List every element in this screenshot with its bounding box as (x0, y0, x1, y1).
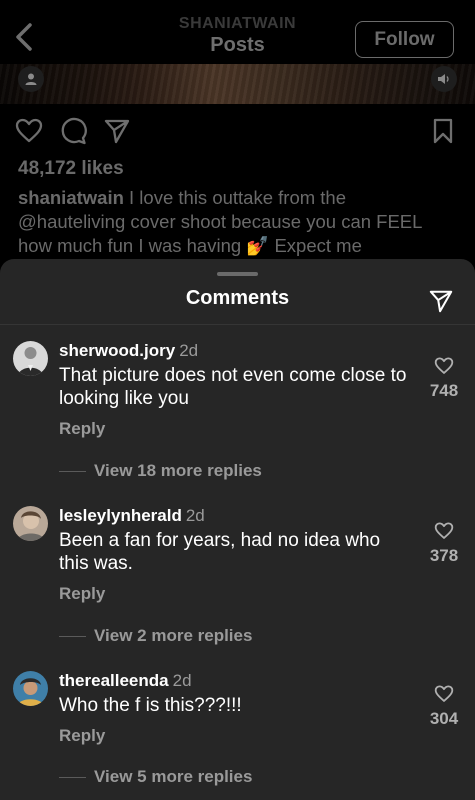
reply-button[interactable]: Reply (59, 584, 409, 604)
heart-icon (15, 118, 43, 143)
comment-username[interactable]: therealleenda (59, 671, 169, 690)
avatar[interactable] (13, 341, 48, 376)
comment-body: therealleenda 2d Who the f is this???!!! … (59, 671, 409, 746)
paper-plane-icon (104, 119, 130, 144)
view-more-replies[interactable]: View 18 more replies (59, 461, 262, 481)
paper-plane-icon (429, 290, 453, 313)
heart-outline-icon (434, 685, 454, 702)
comment-like-count: 304 (429, 709, 459, 728)
comment-like-button[interactable] (427, 522, 461, 540)
view-more-replies[interactable]: View 2 more replies (59, 626, 252, 646)
caption-username[interactable]: shaniatwain (18, 187, 124, 208)
comment-like-button[interactable] (427, 685, 461, 703)
share-post-button[interactable] (102, 116, 132, 146)
comment-time: 2d (185, 506, 205, 525)
comment-text: Been a fan for years, had no idea who th… (59, 530, 381, 574)
user-icon (25, 73, 37, 85)
avatar[interactable] (13, 671, 48, 706)
bookmark-icon (433, 118, 453, 144)
comment-like-count: 748 (429, 381, 459, 400)
reply-button[interactable]: Reply (59, 419, 409, 439)
save-button[interactable] (428, 116, 458, 146)
comment-like: 748 (427, 357, 461, 401)
comment-text: Who the f is this???!!! (59, 695, 242, 716)
comment-like-count: 378 (429, 546, 459, 565)
post-actions (0, 116, 475, 146)
comment-username[interactable]: lesleylynherald (59, 506, 182, 525)
comment-like-button[interactable] (427, 357, 461, 375)
follow-button[interactable]: Follow (355, 21, 454, 58)
heart-outline-icon (434, 357, 454, 374)
comment-time: 2d (179, 341, 199, 360)
like-button[interactable] (14, 116, 44, 146)
view-more-label: View 2 more replies (94, 626, 253, 645)
post-media[interactable] (0, 64, 475, 104)
heart-outline-icon (434, 522, 454, 539)
post-view: SHANIATWAIN Posts Follow 48,172 likes sh… (0, 0, 475, 270)
comment-username[interactable]: sherwood.jory (59, 341, 175, 360)
speaker-icon (438, 74, 449, 84)
comment-bubble-icon (61, 117, 87, 145)
comment-like: 304 (427, 685, 461, 729)
sheet-title: Comments (185, 287, 290, 309)
comment-button[interactable] (58, 116, 88, 146)
comment-like: 378 (427, 522, 461, 566)
comment-time: 2d (172, 671, 192, 690)
tagged-users-button[interactable] (18, 66, 44, 92)
divider (59, 635, 86, 637)
share-button[interactable] (427, 287, 455, 315)
comment-text: That picture does not even come close to… (59, 365, 407, 409)
divider (59, 470, 86, 472)
comment-body: sherwood.jory 2d That picture does not ev… (59, 341, 409, 439)
sheet-grabber[interactable] (217, 272, 258, 276)
avatar[interactable] (13, 506, 48, 541)
view-more-label: View 5 more replies (94, 767, 253, 786)
reply-button[interactable]: Reply (59, 726, 409, 746)
post-caption: shaniatwain I love this outtake from the… (18, 186, 458, 258)
likes-count[interactable]: 48,172 likes (18, 158, 124, 180)
view-more-label: View 18 more replies (94, 461, 262, 480)
divider (59, 776, 86, 778)
comments-sheet: Comments sherwood.jory 2d That picture do… (0, 259, 475, 800)
sound-toggle[interactable] (431, 66, 457, 92)
comment-body: lesleylynherald 2d Been a fan for years, … (59, 506, 409, 604)
view-more-replies[interactable]: View 5 more replies (59, 767, 252, 787)
divider (0, 324, 475, 325)
top-bar: SHANIATWAIN Posts Follow (0, 0, 475, 64)
